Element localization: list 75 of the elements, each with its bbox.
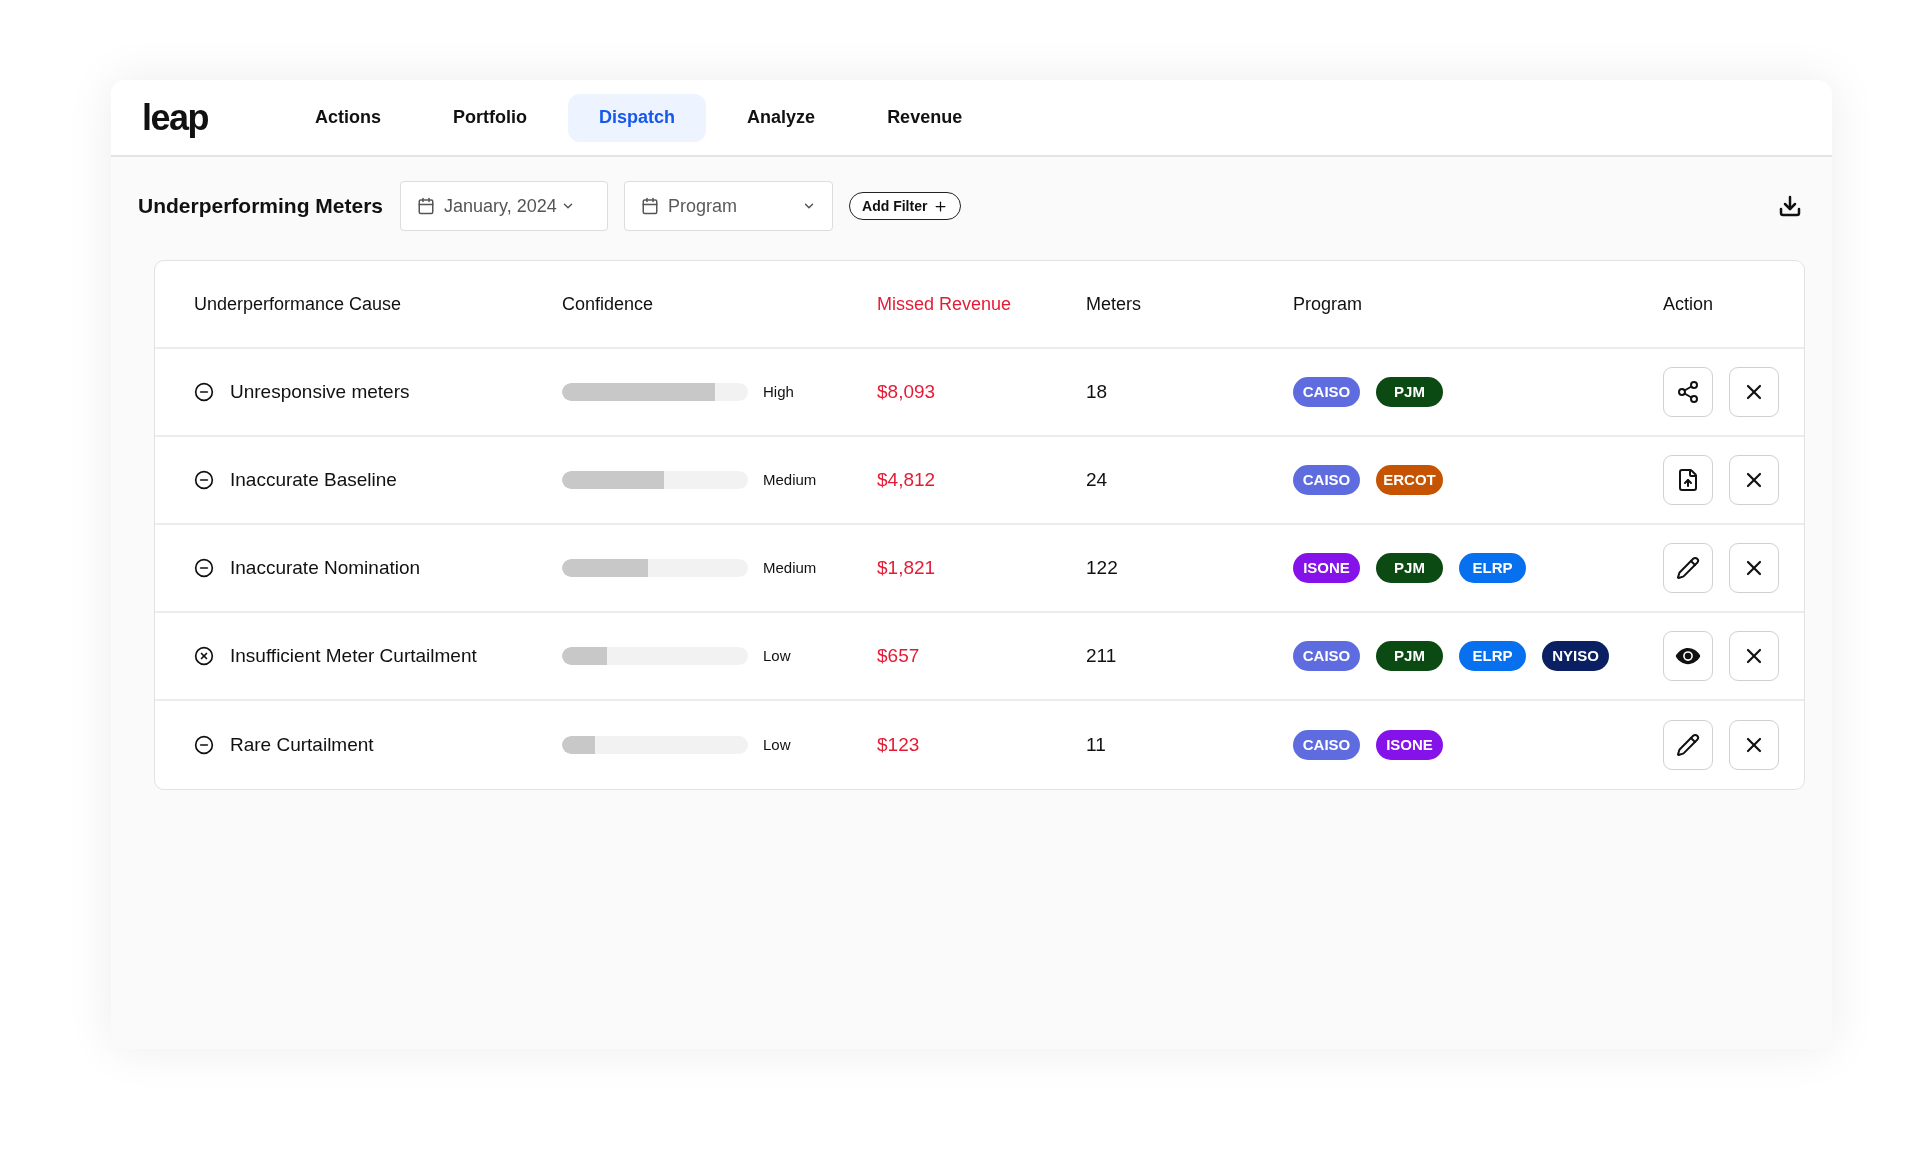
program-tag: ELRP [1459,553,1526,583]
download-button[interactable] [1778,194,1802,218]
page-title: Underperforming Meters [138,193,384,220]
share-icon [1676,380,1700,404]
column-header: Program [1293,292,1364,316]
nav-tab[interactable]: Actions [284,93,413,142]
file-upload-icon [1676,468,1700,492]
download-icon [1778,194,1802,218]
program-tag: ISONE [1376,730,1443,760]
program-tag: PJM [1376,377,1443,407]
minus-circle-icon [194,735,214,755]
missed-revenue: $123 [877,732,921,757]
cause-text: Rare Curtailment [230,732,374,757]
column-header: Meters [1086,292,1142,316]
nav-tab[interactable]: Revenue [856,93,994,142]
minus-circle-icon [194,470,214,490]
pencil-icon [1676,556,1700,580]
row-action-button[interactable] [1663,720,1713,770]
program-tag: CAISO [1293,377,1360,407]
program-tag: ERCOT [1376,465,1443,495]
dismiss-button[interactable] [1729,455,1779,505]
nav-tab[interactable]: Dispatch [568,93,707,142]
program-tag: CAISO [1293,465,1360,495]
dismiss-button[interactable] [1729,720,1779,770]
program-tag: PJM [1376,641,1443,671]
column-header: Action [1663,292,1715,316]
row-action-button[interactable] [1663,367,1713,417]
meters-count: 24 [1086,467,1109,492]
missed-revenue: $4,812 [877,467,937,492]
program-tag: CAISO [1293,730,1360,760]
cause-text: Inaccurate Nomination [230,555,421,580]
dismiss-button[interactable] [1729,367,1779,417]
nav-tab[interactable]: Portfolio [422,93,559,142]
program-tag: NYISO [1542,641,1609,671]
program-tag: PJM [1376,553,1443,583]
nav-tab[interactable]: Analyze [716,93,847,142]
confidence-label: Low [763,734,791,755]
missed-revenue: $8,093 [877,379,937,404]
missed-revenue: $657 [877,643,921,668]
column-header: Underperformance Cause [194,292,403,316]
calendar-icon [641,197,660,215]
meters-count: 122 [1086,555,1119,580]
date-value: January, 2024 [444,194,557,218]
cause-text: Inaccurate Baseline [230,467,397,492]
confidence-label: Low [763,645,791,666]
minus-circle-icon [194,382,214,402]
row-action-button[interactable] [1663,543,1713,593]
logo[interactable]: leap [142,99,209,136]
column-header: Confidence [562,292,655,316]
row-action-button[interactable] [1663,631,1713,681]
confidence-label: High [763,381,794,402]
program-tag: CAISO [1293,641,1360,671]
confidence-label: Medium [763,469,817,490]
date-dropdown[interactable]: January, 2024 [400,181,609,231]
row-action-button[interactable] [1663,455,1713,505]
program-tag: ISONE [1293,553,1360,583]
column-header: Missed Revenue [877,292,1013,316]
program-tag: ELRP [1459,641,1526,671]
minus-circle-icon [194,558,214,578]
plus-icon [933,198,949,214]
program-dropdown[interactable]: Program [624,181,834,231]
confidence-label: Medium [763,557,817,578]
missed-revenue: $1,821 [877,555,937,580]
meters-count: 18 [1086,379,1109,404]
x-circle-icon [194,646,214,666]
meters-count: 11 [1086,732,1107,757]
meters-count: 211 [1086,643,1118,668]
add-filter-button[interactable]: Add Filter [849,192,962,220]
dismiss-button[interactable] [1729,543,1779,593]
calendar-icon [417,197,436,215]
dismiss-button[interactable] [1729,631,1779,681]
cause-text: Insufficient Meter Curtailment [230,643,477,668]
cause-text: Unresponsive meters [230,379,410,404]
program-placeholder: Program [668,194,738,218]
pencil-icon [1676,733,1700,757]
